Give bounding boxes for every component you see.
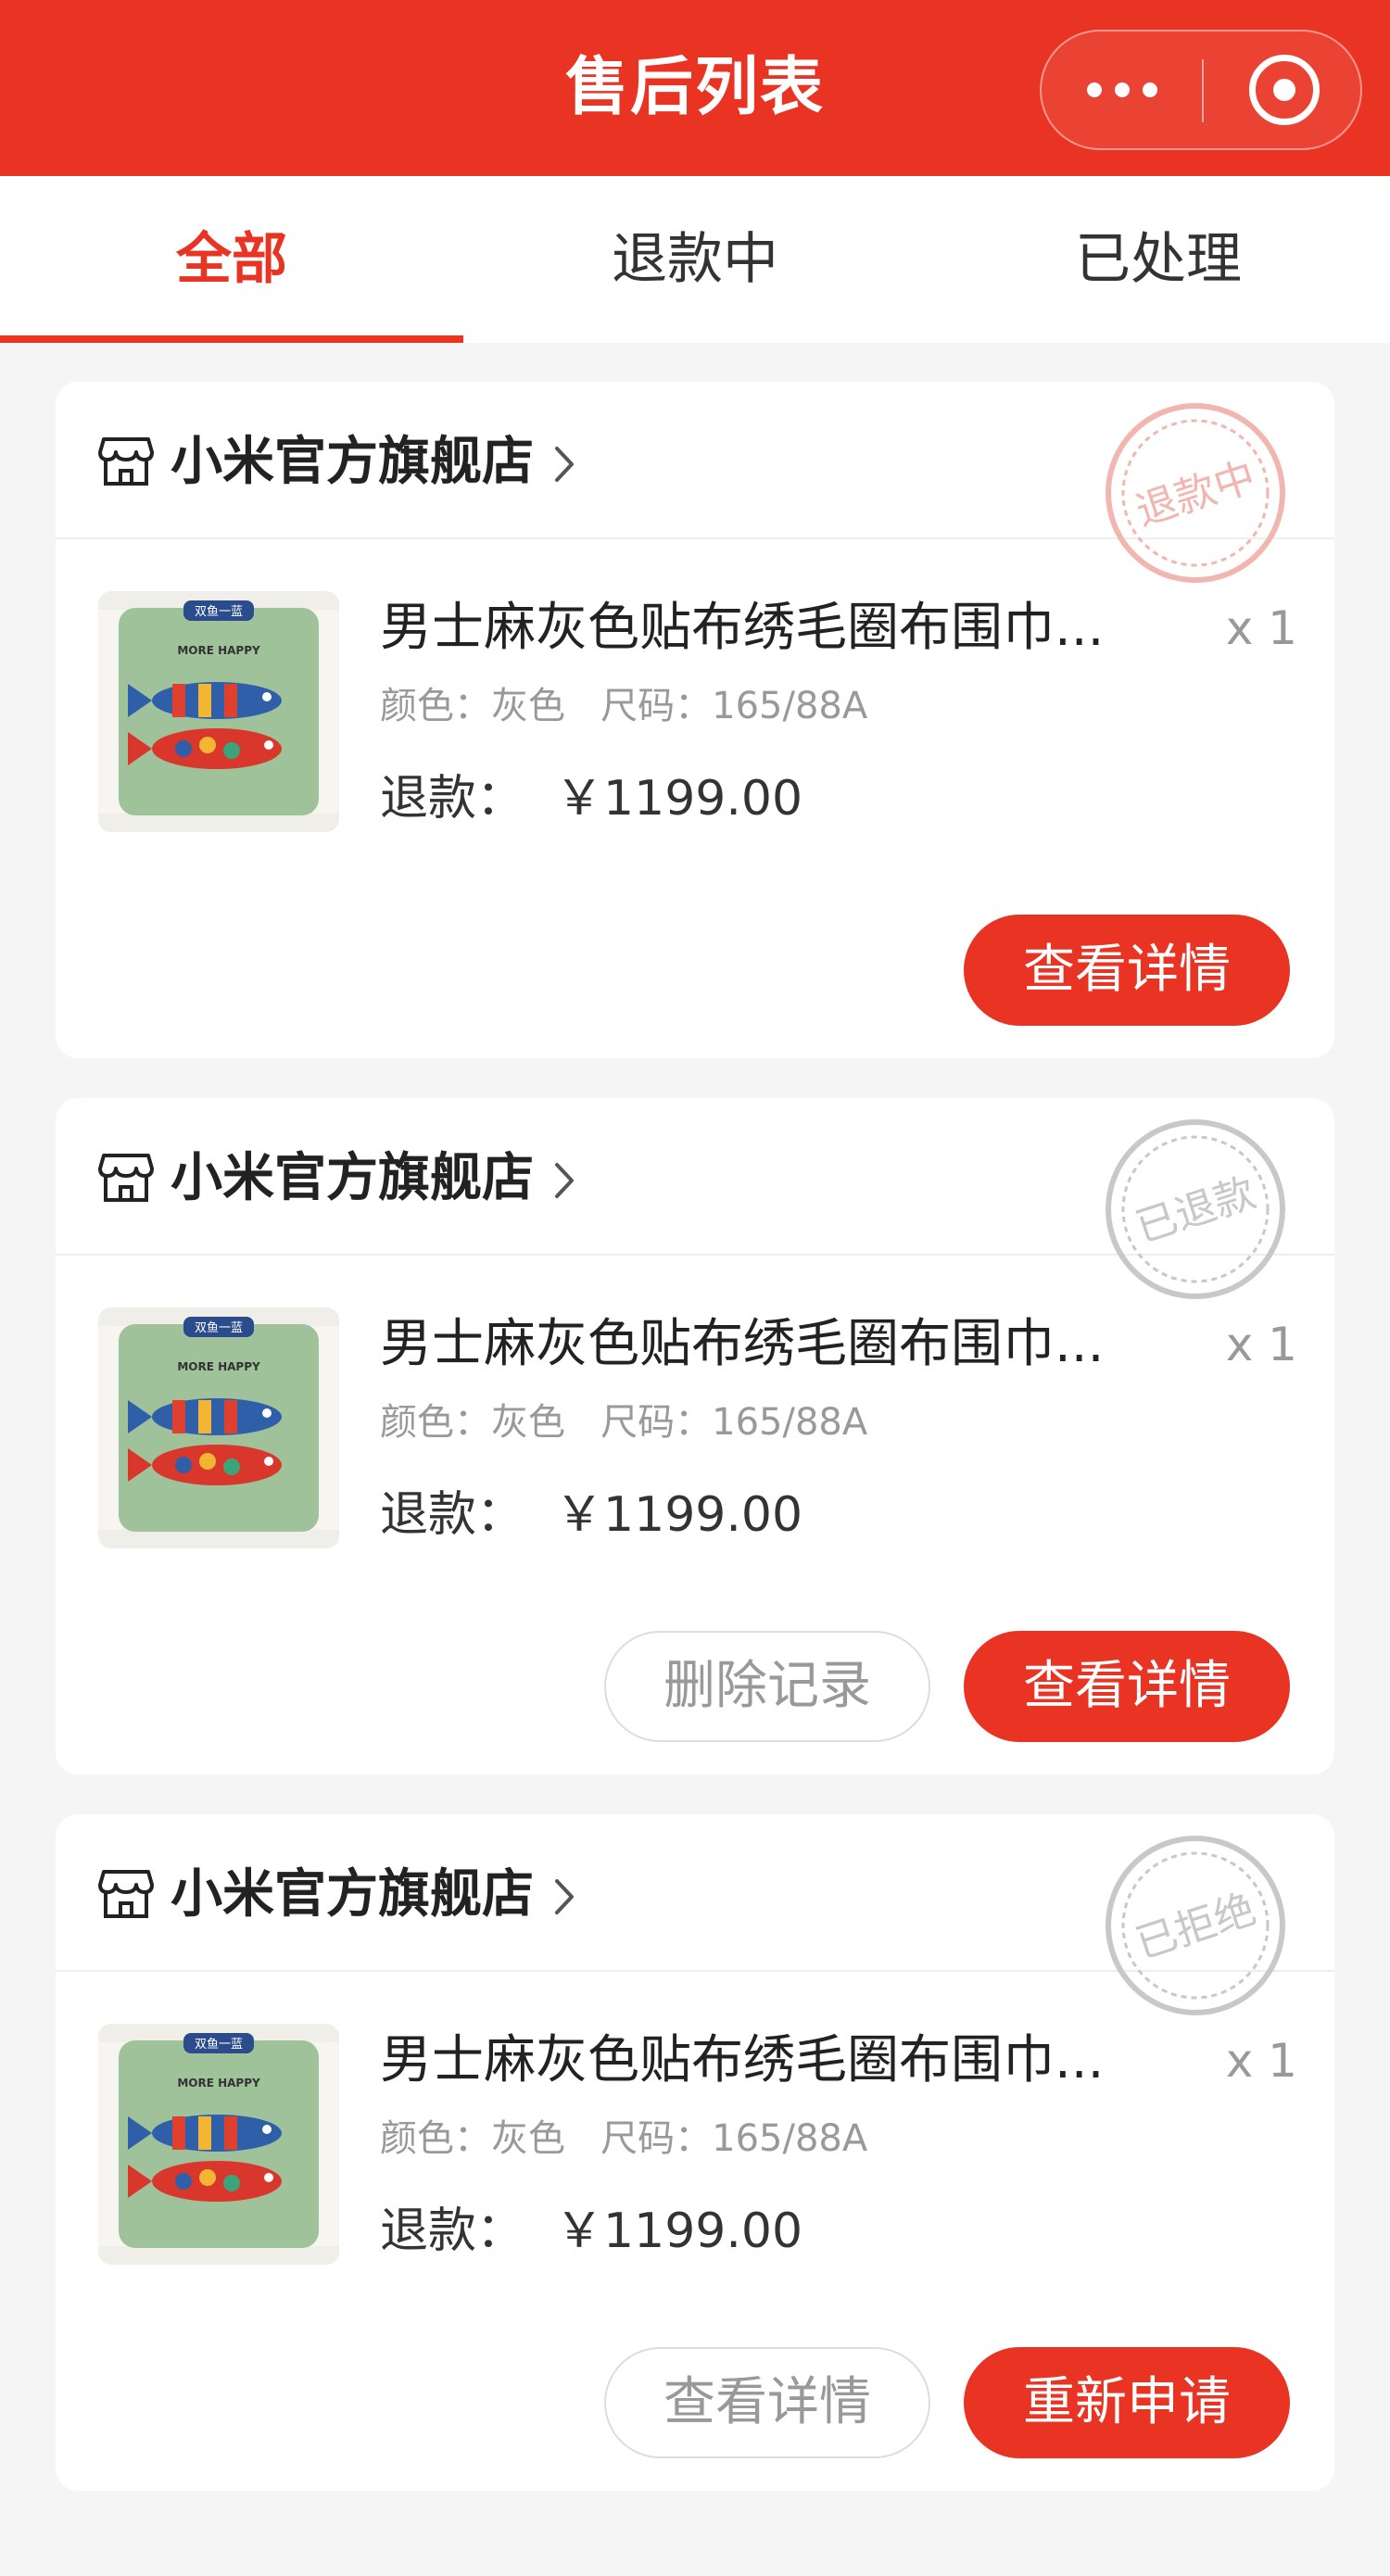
product-thumbnail[interactable]: 双鱼一蓝 MORE HAPPY [98, 2024, 339, 2265]
status-tabs: 全部 退款中 已处理 [0, 176, 1390, 343]
stamp-label: 已拒绝 [1131, 1886, 1261, 1968]
product-quantity: x 1 [1225, 601, 1297, 655]
capsule-divider [1202, 59, 1204, 122]
product-caption: MORE HAPPY [177, 2077, 260, 2090]
fish-pillow-image: 双鱼一蓝 MORE HAPPY [98, 591, 339, 832]
active-tab-indicator [0, 335, 463, 343]
fish-pillow-image: 双鱼一蓝 MORE HAPPY [98, 1307, 339, 1548]
chevron-right-icon [555, 1879, 574, 1914]
product-spec: 颜色：灰色 尺码：165/88A [380, 685, 868, 727]
tab-all[interactable]: 全部 [0, 176, 463, 343]
chevron-right-icon [555, 447, 574, 482]
stamp-refunding-icon: 退款中 [1106, 403, 1285, 583]
store-name[interactable]: 小米官方旗舰店 [171, 1146, 534, 1211]
view-details-button[interactable]: 查看详情 [964, 1631, 1290, 1742]
target-circle-icon[interactable] [1249, 55, 1320, 125]
store-name[interactable]: 小米官方旗舰店 [171, 1863, 534, 1927]
tab-refunding[interactable]: 退款中 [463, 176, 927, 343]
store-icon [98, 437, 154, 486]
product-name[interactable]: 男士麻灰色贴布绣毛圈布围巾... [380, 591, 1121, 665]
store-name[interactable]: 小米官方旗舰店 [171, 430, 534, 495]
navigation-bar: 售后列表 [0, 0, 1390, 176]
product-thumbnail[interactable]: 双鱼一蓝 MORE HAPPY [98, 591, 339, 832]
product-badge: 双鱼一蓝 [195, 1320, 243, 1335]
product-quantity: x 1 [1225, 2034, 1297, 2088]
chevron-right-icon [555, 1163, 574, 1198]
refund-amount: 退款： ￥1199.00 [380, 2203, 803, 2259]
refund-amount: 退款： ￥1199.00 [380, 1487, 803, 1543]
tab-processed[interactable]: 已处理 [927, 176, 1390, 343]
stamp-rejected-icon: 已拒绝 [1106, 1836, 1285, 2015]
product-caption: MORE HAPPY [177, 1360, 260, 1373]
mini-program-capsule [1040, 30, 1362, 150]
store-icon [98, 1870, 154, 1918]
product-thumbnail[interactable]: 双鱼一蓝 MORE HAPPY [98, 1307, 339, 1548]
aftersale-card: 小米官方旗舰店 已退款 双鱼一蓝 MORE HAPPY 男士麻灰色贴布绣毛圈布围… [56, 1098, 1334, 1774]
product-badge: 双鱼一蓝 [195, 2037, 243, 2052]
product-spec: 颜色：灰色 尺码：165/88A [380, 2117, 868, 2160]
reapply-button[interactable]: 重新申请 [964, 2347, 1290, 2458]
stamp-label: 退款中 [1131, 453, 1261, 536]
aftersale-card: 小米官方旗舰店 已拒绝 双鱼一蓝 MORE HAPPY 男士麻灰色贴布绣毛圈布围… [56, 1814, 1334, 2491]
delete-record-button[interactable]: 删除记录 [604, 1631, 930, 1742]
fish-pillow-image: 双鱼一蓝 MORE HAPPY [98, 2024, 339, 2265]
store-icon [98, 1154, 154, 1202]
more-dots-icon[interactable] [1042, 32, 1203, 148]
product-name[interactable]: 男士麻灰色贴布绣毛圈布围巾... [380, 2024, 1121, 2098]
product-spec: 颜色：灰色 尺码：165/88A [380, 1401, 868, 1444]
stamp-label: 已退款 [1131, 1169, 1261, 1252]
view-details-button[interactable]: 查看详情 [604, 2347, 930, 2458]
refund-amount: 退款： ￥1199.00 [380, 771, 803, 827]
product-caption: MORE HAPPY [177, 644, 260, 657]
product-name[interactable]: 男士麻灰色贴布绣毛圈布围巾... [380, 1307, 1121, 1382]
aftersale-card: 小米官方旗舰店 退款中 双鱼一蓝 MORE HAPPY 男士麻灰色贴布绣毛圈布围… [56, 382, 1334, 1058]
product-badge: 双鱼一蓝 [195, 604, 243, 619]
view-details-button[interactable]: 查看详情 [964, 915, 1290, 1026]
stamp-refunded-icon: 已退款 [1106, 1119, 1285, 1299]
product-quantity: x 1 [1225, 1318, 1297, 1371]
